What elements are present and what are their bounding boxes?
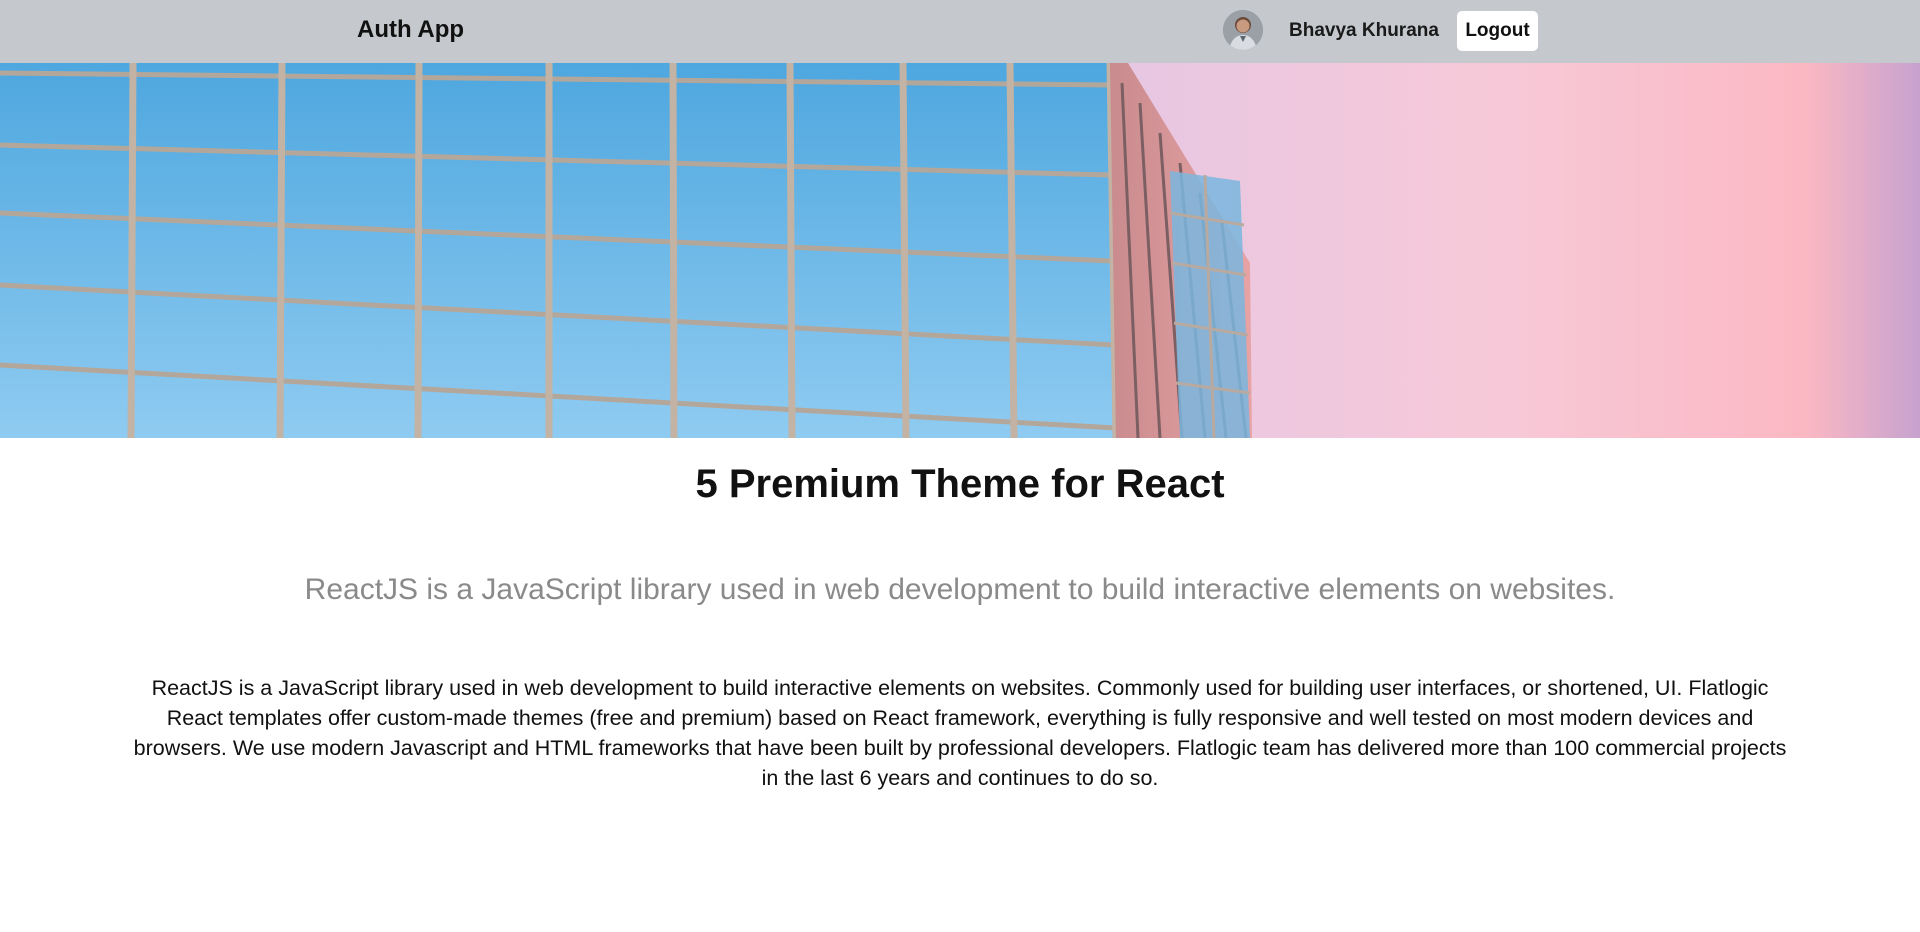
hero-image — [0, 63, 1920, 438]
logout-button[interactable]: Logout — [1457, 11, 1538, 51]
avatar-icon — [1223, 10, 1263, 50]
page-title: 5 Premium Theme for React — [695, 462, 1225, 506]
user-avatar[interactable] — [1223, 10, 1263, 50]
user-name[interactable]: Bhavya Khurana — [1289, 20, 1439, 42]
building-photo-icon — [0, 63, 1920, 438]
page-subtitle: ReactJS is a JavaScript library used in … — [304, 573, 1616, 606]
brand-link[interactable]: Auth App — [357, 16, 464, 44]
navbar: Auth App Bhavya Khurana Logout — [0, 0, 1920, 63]
article-body: ReactJS is a JavaScript library used in … — [133, 676, 1787, 790]
